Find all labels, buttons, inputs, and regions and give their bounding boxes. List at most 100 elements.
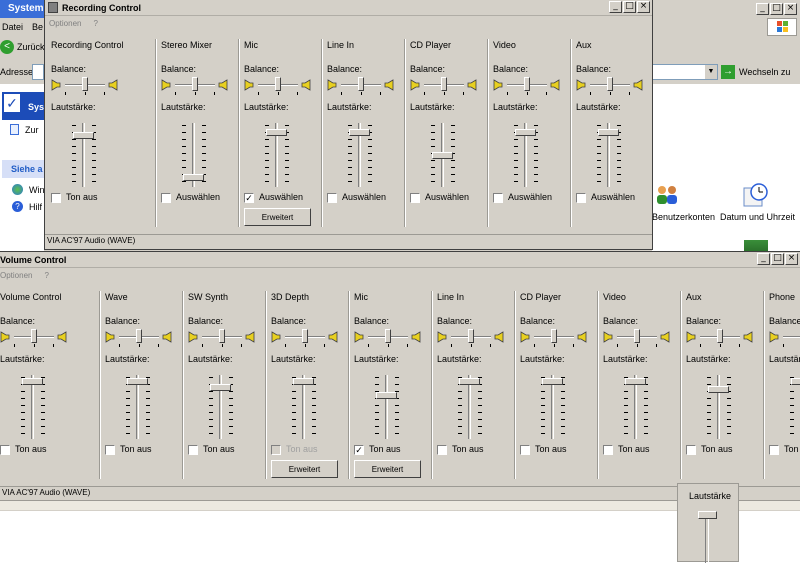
mute-label[interactable]: Ton aus bbox=[120, 444, 152, 454]
mute-label[interactable]: Ton aus bbox=[203, 444, 235, 454]
mute-label[interactable]: Ton aus bbox=[369, 444, 401, 454]
balance-thumb[interactable] bbox=[302, 329, 308, 343]
mute-checkbox[interactable] bbox=[520, 445, 530, 455]
mute-checkbox[interactable] bbox=[410, 193, 420, 203]
maximize-button[interactable]: □ bbox=[770, 3, 783, 15]
volume-slider[interactable] bbox=[206, 375, 236, 439]
mute-checkbox[interactable] bbox=[437, 445, 447, 455]
mute-label[interactable]: Ton aus bbox=[286, 444, 318, 454]
mute-label[interactable]: Auswählen bbox=[342, 192, 386, 202]
balance-slider[interactable] bbox=[700, 329, 740, 347]
back-button[interactable]: < Zurück bbox=[0, 40, 45, 54]
volume-thumb[interactable] bbox=[127, 378, 148, 385]
menu-help[interactable]: ? bbox=[93, 19, 97, 28]
advanced-button[interactable]: Erweitert bbox=[244, 208, 311, 226]
address-field-right[interactable]: ▼ bbox=[652, 64, 718, 80]
mute-checkbox[interactable] bbox=[0, 445, 10, 455]
balance-slider[interactable] bbox=[202, 329, 242, 347]
floating-slider-thumb[interactable] bbox=[698, 511, 717, 519]
volume-thumb[interactable] bbox=[376, 392, 397, 399]
volume-slider[interactable] bbox=[621, 375, 651, 439]
volume-slider[interactable] bbox=[372, 375, 402, 439]
dropdown-arrow-icon[interactable]: ▼ bbox=[705, 65, 717, 79]
volume-thumb[interactable] bbox=[542, 378, 563, 385]
hilf-link[interactable]: ? Hilf bbox=[12, 201, 42, 212]
volume-thumb[interactable] bbox=[22, 378, 43, 385]
mute-label[interactable]: Ton aus bbox=[618, 444, 650, 454]
mute-label[interactable]: Auswählen bbox=[591, 192, 635, 202]
maximize-button[interactable]: □ bbox=[771, 253, 784, 265]
balance-thumb[interactable] bbox=[551, 329, 557, 343]
balance-thumb[interactable] bbox=[441, 77, 447, 91]
menu-optionen[interactable]: Optionen bbox=[0, 271, 32, 280]
datum-label[interactable]: Datum und Uhrzeit bbox=[720, 212, 795, 222]
mute-checkbox[interactable]: ✓ bbox=[354, 445, 364, 455]
balance-slider[interactable] bbox=[341, 77, 381, 95]
clock-icon[interactable] bbox=[742, 182, 770, 208]
volume-thumb[interactable] bbox=[293, 378, 314, 385]
mute-label[interactable]: Ton aus bbox=[452, 444, 484, 454]
mute-checkbox[interactable] bbox=[271, 445, 281, 455]
balance-thumb[interactable] bbox=[31, 329, 37, 343]
mute-checkbox[interactable] bbox=[576, 193, 586, 203]
mute-checkbox[interactable] bbox=[327, 193, 337, 203]
mute-checkbox[interactable] bbox=[188, 445, 198, 455]
mute-checkbox[interactable]: ✓ bbox=[244, 193, 254, 203]
volume-thumb[interactable] bbox=[791, 378, 800, 385]
close-button[interactable]: × bbox=[637, 1, 650, 13]
balance-thumb[interactable] bbox=[275, 77, 281, 91]
users-icon[interactable] bbox=[654, 184, 680, 206]
mute-checkbox[interactable] bbox=[105, 445, 115, 455]
go-button[interactable]: → Wechseln zu bbox=[721, 65, 790, 79]
maximize-button[interactable]: □ bbox=[623, 1, 636, 13]
balance-thumb[interactable] bbox=[524, 77, 530, 91]
balance-slider[interactable] bbox=[65, 77, 105, 95]
menu-optionen[interactable]: Optionen bbox=[49, 19, 81, 28]
mute-checkbox[interactable] bbox=[769, 445, 779, 455]
volume-slider[interactable] bbox=[69, 123, 99, 187]
minimize-button[interactable]: _ bbox=[757, 253, 770, 265]
balance-slider[interactable] bbox=[617, 329, 657, 347]
volume-slider[interactable] bbox=[18, 375, 48, 439]
volume-slider[interactable] bbox=[787, 375, 800, 439]
volume-thumb[interactable] bbox=[349, 129, 370, 136]
balance-thumb[interactable] bbox=[385, 329, 391, 343]
menu-help[interactable]: ? bbox=[44, 271, 48, 280]
mute-label[interactable]: Auswählen bbox=[508, 192, 552, 202]
mute-label[interactable]: Auswählen bbox=[176, 192, 220, 202]
volume-slider[interactable] bbox=[594, 123, 624, 187]
benutzerkonten-label[interactable]: Benutzerkonten bbox=[652, 212, 715, 222]
balance-slider[interactable] bbox=[534, 329, 574, 347]
zur-link[interactable]: Zur bbox=[10, 124, 39, 135]
menu-be[interactable]: Be bbox=[32, 22, 43, 32]
volume-slider[interactable] bbox=[179, 123, 209, 187]
balance-slider[interactable] bbox=[285, 329, 325, 347]
balance-thumb[interactable] bbox=[468, 329, 474, 343]
balance-slider[interactable] bbox=[451, 329, 491, 347]
minimize-button[interactable]: _ bbox=[609, 1, 622, 13]
volume-thumb[interactable] bbox=[183, 174, 204, 181]
floating-volume-panel[interactable]: Lautstärke bbox=[677, 483, 739, 563]
balance-slider[interactable] bbox=[590, 77, 630, 95]
volume-slider[interactable] bbox=[704, 375, 734, 439]
mute-checkbox[interactable] bbox=[603, 445, 613, 455]
mute-label[interactable]: Ton aus bbox=[66, 192, 98, 202]
volume-thumb[interactable] bbox=[625, 378, 646, 385]
volume-thumb[interactable] bbox=[598, 129, 619, 136]
volume-thumb[interactable] bbox=[73, 132, 94, 139]
balance-thumb[interactable] bbox=[136, 329, 142, 343]
balance-slider[interactable] bbox=[258, 77, 298, 95]
floating-slider-track[interactable] bbox=[705, 512, 709, 563]
mute-label[interactable]: Ton aus bbox=[784, 444, 800, 454]
volume-slider[interactable] bbox=[123, 375, 153, 439]
volume-slider[interactable] bbox=[511, 123, 541, 187]
volume-slider[interactable] bbox=[455, 375, 485, 439]
mute-label[interactable]: Ton aus bbox=[15, 444, 47, 454]
mute-checkbox[interactable] bbox=[161, 193, 171, 203]
balance-thumb[interactable] bbox=[607, 77, 613, 91]
volume-thumb[interactable] bbox=[708, 386, 729, 393]
mute-label[interactable]: Ton aus bbox=[535, 444, 567, 454]
mute-label[interactable]: Auswählen bbox=[259, 192, 303, 202]
balance-slider[interactable] bbox=[14, 329, 54, 347]
mute-checkbox[interactable] bbox=[686, 445, 696, 455]
